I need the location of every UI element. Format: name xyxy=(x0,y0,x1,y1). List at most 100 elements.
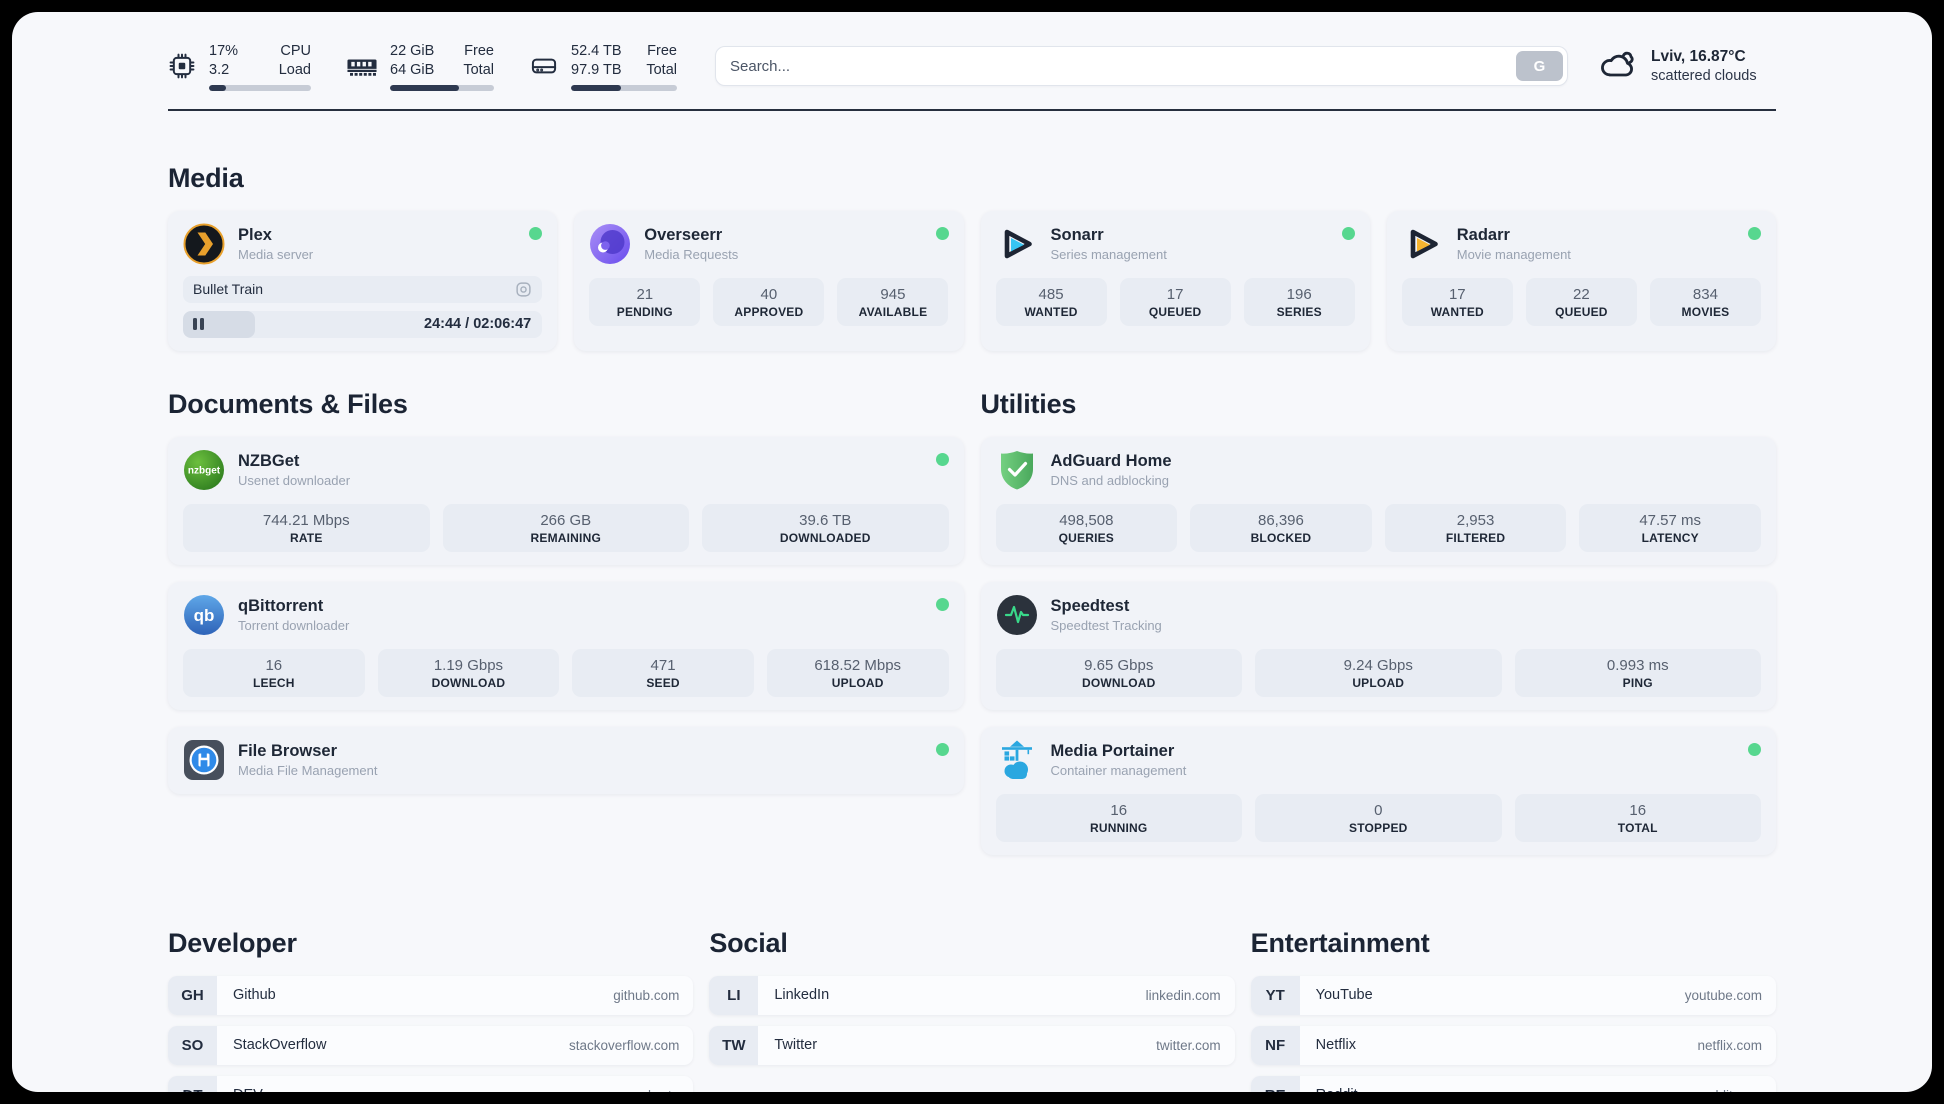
stat-download: 1.19 Gbps DOWNLOAD xyxy=(377,648,560,697)
status-online-dot xyxy=(1748,742,1761,756)
bookmark-github[interactable]: GH Github github.com xyxy=(168,975,694,1015)
bookmark-youtube[interactable]: YT YouTube youtube.com xyxy=(1250,975,1776,1015)
bookmark-url: twitter.com xyxy=(1156,1037,1221,1053)
bookmark-abbr: YT xyxy=(1250,975,1300,1015)
bookmark-linkedin[interactable]: LI LinkedIn linkedin.com xyxy=(709,975,1235,1015)
app-subtitle: Media Requests xyxy=(644,246,739,262)
memory-total-value: 64 GiB xyxy=(390,61,435,78)
bookmark-group-entertainment: Entertainment YT YouTube youtube.com NF … xyxy=(1250,872,1776,1092)
app-card-speedtest[interactable]: Speedtest Speedtest Tracking 9.65 Gbps DO… xyxy=(980,581,1776,710)
storage-free-value: 52.4 TB xyxy=(571,43,622,59)
app-card-plex[interactable]: Plex Media server Bullet Train 24:44 / 0… xyxy=(168,210,558,351)
bookmark-group-social: Social LI LinkedIn linkedin.com TW Twitt… xyxy=(709,872,1235,1092)
topbar: 17% CPU 3.2 Load 22 GiB Free 64 GiB Tota… xyxy=(168,42,1776,91)
bookmark-name: Reddit xyxy=(1316,1087,1358,1092)
cpu-usage-value: 17% xyxy=(209,43,239,59)
stat-downloaded: 39.6 TB DOWNLOADED xyxy=(702,503,949,552)
cpu-icon xyxy=(168,52,196,80)
stat-queued: 17 QUEUED xyxy=(1119,277,1231,326)
dashboard-page: 17% CPU 3.2 Load 22 GiB Free 64 GiB Tota… xyxy=(12,12,1932,1092)
adguard-logo-icon xyxy=(996,449,1038,491)
stat-filtered: 2,953 FILTERED xyxy=(1384,503,1567,552)
bookmark-dev[interactable]: DT DEV dev.to xyxy=(168,1075,694,1092)
app-card-radarr[interactable]: Radarr Movie management 17 WANTED 22 QUEUE… xyxy=(1386,210,1776,351)
bookmark-url: linkedin.com xyxy=(1145,987,1221,1003)
stat-queued: 22 QUEUED xyxy=(1525,277,1637,326)
bookmark-name: Twitter xyxy=(774,1037,818,1054)
cpu-load-label: Load xyxy=(278,61,311,78)
bookmark-reddit[interactable]: RE Reddit reddit.com xyxy=(1250,1075,1776,1092)
storage-free-label: Free xyxy=(647,43,677,59)
documents-column: Documents & Files nzbget NZBGet Usenet d… xyxy=(168,351,964,811)
storage-progress-bar xyxy=(571,84,677,91)
search-engine-button[interactable]: G xyxy=(1516,51,1563,82)
qbittorrent-logo-icon: qb xyxy=(183,594,225,636)
status-online-dot xyxy=(935,597,949,611)
storage-total-value: 97.9 TB xyxy=(571,61,622,78)
bookmark-abbr: GH xyxy=(168,975,217,1015)
app-name: Overseerr xyxy=(644,225,723,244)
app-card-filebrowser[interactable]: File Browser Media File Management xyxy=(168,726,964,794)
utilities-column: Utilities AdGuard Home DNS and adblockin… xyxy=(980,351,1776,872)
storage-total-label: Total xyxy=(646,61,677,78)
svg-text:qb: qb xyxy=(194,606,215,625)
app-name: Sonarr xyxy=(1050,225,1104,244)
bookmark-netflix[interactable]: NF Netflix netflix.com xyxy=(1250,1025,1776,1065)
plex-logo-icon xyxy=(183,223,225,265)
header-divider xyxy=(168,108,1776,111)
app-card-sonarr[interactable]: Sonarr Series management 485 WANTED 17 QUE… xyxy=(980,210,1370,351)
app-name: AdGuard Home xyxy=(1050,451,1172,470)
status-online-dot xyxy=(1748,226,1761,240)
section-title-documents: Documents & Files xyxy=(168,388,408,419)
bookmark-url: youtube.com xyxy=(1684,987,1762,1003)
bookmark-url: netflix.com xyxy=(1697,1037,1762,1053)
bookmark-twitter[interactable]: TW Twitter twitter.com xyxy=(709,1025,1235,1065)
memory-progress-bar xyxy=(390,84,494,91)
bookmark-abbr: NF xyxy=(1250,1025,1300,1065)
stat-upload: 618.52 Mbps UPLOAD xyxy=(766,648,949,697)
stat-stopped: 0 STOPPED xyxy=(1255,793,1502,842)
stat-blocked: 86,396 BLOCKED xyxy=(1190,503,1372,552)
app-card-portainer[interactable]: Media Portainer Container management 16 R… xyxy=(980,726,1776,855)
status-online-dot xyxy=(935,742,949,756)
bookmark-abbr: DT xyxy=(168,1075,217,1092)
app-name: Plex xyxy=(238,225,272,244)
stat-ping: 0.993 ms PING xyxy=(1514,648,1761,697)
app-card-qbittorrent[interactable]: qb qBittorrent Torrent downloader 16 LEEC… xyxy=(168,581,964,710)
app-card-adguard[interactable]: AdGuard Home DNS and adblocking 498,508 Q… xyxy=(980,436,1776,565)
bookmark-abbr: LI xyxy=(709,975,759,1015)
now-playing-title: Bullet Train xyxy=(193,281,264,298)
memory-stat-widget: 22 GiB Free 64 GiB Total xyxy=(347,42,494,91)
status-online-dot xyxy=(1341,226,1355,240)
status-online-dot xyxy=(935,226,949,240)
stat-seed: 471 SEED xyxy=(572,648,754,697)
svg-text:nzbget: nzbget xyxy=(188,465,221,476)
app-name: File Browser xyxy=(238,741,338,760)
screen-capture-icon[interactable] xyxy=(515,281,532,298)
overseerr-logo-icon xyxy=(589,223,631,265)
app-name: NZBGet xyxy=(238,451,300,470)
search-input[interactable] xyxy=(715,46,1568,87)
app-subtitle: Media server xyxy=(238,246,314,262)
system-stats: 17% CPU 3.2 Load 22 GiB Free 64 GiB Tota… xyxy=(168,42,677,91)
app-subtitle: Torrent downloader xyxy=(238,617,350,633)
app-subtitle: Container management xyxy=(1050,762,1187,778)
app-card-nzbget[interactable]: nzbget NZBGet Usenet downloader 744.21 M… xyxy=(168,436,964,565)
section-title-media: Media xyxy=(168,162,244,193)
stat-leech: 16 LEECH xyxy=(183,648,365,697)
stat-approved: 40 APPROVED xyxy=(713,277,825,326)
search-bar: G xyxy=(715,46,1568,87)
bookmark-url: stackoverflow.com xyxy=(569,1037,680,1053)
bookmark-stackoverflow[interactable]: SO StackOverflow stackoverflow.com xyxy=(168,1025,694,1065)
pause-button[interactable] xyxy=(193,318,204,331)
bookmark-url: dev.to xyxy=(644,1088,680,1092)
storage-icon xyxy=(530,52,558,80)
cloud-icon xyxy=(1598,44,1638,89)
stat-movies: 834 MOVIES xyxy=(1649,277,1761,326)
bookmark-name: DEV xyxy=(233,1087,263,1092)
app-card-overseerr[interactable]: Overseerr Media Requests 21 PENDING 40 APP… xyxy=(574,210,964,351)
bookmark-abbr: TW xyxy=(709,1025,759,1065)
stat-pending: 21 PENDING xyxy=(589,277,701,326)
media-cards-row: Plex Media server Bullet Train 24:44 / 0… xyxy=(168,210,1776,351)
stat-latency: 47.57 ms LATENCY xyxy=(1579,503,1761,552)
